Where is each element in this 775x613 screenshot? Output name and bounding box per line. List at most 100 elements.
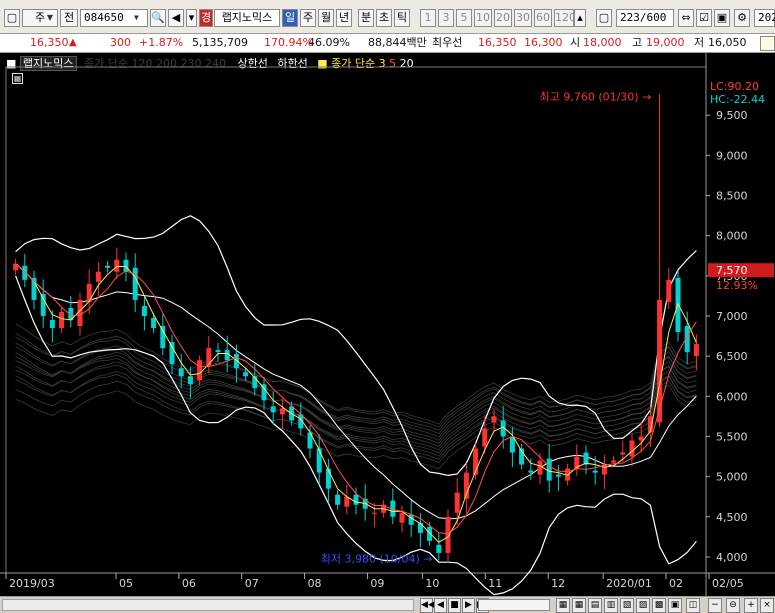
market-select[interactable]: 주 ▼ [22, 9, 58, 27]
candle-body [371, 512, 377, 514]
bollinger-lower [15, 275, 697, 596]
candle-body [160, 326, 166, 349]
period-button[interactable]: 초 [376, 9, 392, 27]
interval-button[interactable]: 60 [534, 9, 552, 27]
reset-icon[interactable]: ⊖ [726, 598, 740, 613]
chevron-down-icon: ▼ [134, 13, 139, 22]
bar-count-total: /600 [639, 11, 667, 24]
nav-button[interactable]: ■ [448, 598, 461, 613]
candle-body [151, 317, 157, 329]
save-icon[interactable]: ▣ [714, 9, 730, 27]
interval-button[interactable]: 5 [456, 9, 472, 27]
period-button[interactable]: 일 [282, 9, 298, 27]
candle-body [427, 526, 433, 541]
candle-body [445, 516, 451, 553]
interval-button[interactable]: 1 [420, 9, 436, 27]
period-button[interactable]: 분 [358, 9, 374, 27]
zoom-out-icon[interactable]: − [708, 598, 722, 613]
chart-icon[interactable]: ▣ [668, 598, 682, 613]
x-tick-label: 07 [245, 577, 259, 590]
x-tick-label: 08 [308, 577, 322, 590]
horizontal-scrollbar[interactable] [2, 599, 414, 611]
toggle-icon[interactable]: ▢ [596, 9, 612, 27]
candle-body [105, 265, 111, 268]
status-bar: ◀◀◀■▶▶▶ ▦ ▦ ▤ ▥ ▧ ▨ ▩ ▣ ◫ − ⊖ + × [0, 596, 775, 613]
chart-icon[interactable]: ▤ [588, 598, 602, 613]
period-button[interactable]: 틱 [394, 9, 410, 27]
candle-body [270, 406, 276, 413]
speaker-icon[interactable]: ◀ [168, 9, 184, 27]
zoom-in-icon[interactable]: + [744, 598, 758, 613]
price-chart[interactable]: ■ 랩지노믹스 종가 단순 120 200 230 240 상한선 하한선 ■ … [0, 53, 775, 598]
chart-canvas: 9,5009,0008,5008,0007,5007,0006,5006,000… [0, 53, 775, 598]
interval-button[interactable]: 10 [474, 9, 492, 27]
quote-bar: 16,350 ▲ 300 +1.87% 5,135,709 170.94% 46… [0, 34, 775, 53]
period-button[interactable]: 년 [336, 9, 352, 27]
x-tick-label: 02/05 [712, 577, 744, 590]
turnover-rate: 46.09% [308, 36, 350, 49]
window-icon[interactable]: ▢ [4, 9, 20, 27]
y-tick-label: 8,000 [716, 230, 748, 243]
candle-body [482, 428, 488, 447]
candle-body [95, 271, 101, 282]
candle-body [693, 344, 699, 357]
chevron-down-icon[interactable]: ▾ [186, 9, 197, 27]
chart-icon[interactable]: ▦ [572, 598, 586, 613]
candle-body [279, 408, 285, 415]
spin-up-icon[interactable]: ▴ [574, 9, 586, 27]
period-button[interactable]: 월 [318, 9, 334, 27]
chart-icon[interactable]: ▨ [636, 598, 650, 613]
interval-button[interactable]: 3 [438, 9, 454, 27]
side-panel-tab[interactable] [760, 36, 775, 51]
bar-count-value: 223 [620, 11, 640, 24]
y-tick-label: 6,500 [716, 350, 748, 363]
candle-body [353, 494, 359, 505]
interval-button[interactable]: 20 [494, 9, 512, 27]
candle-body [187, 376, 193, 385]
candle-body [555, 474, 561, 477]
nav-button[interactable]: ▶ [462, 598, 475, 613]
candle-body [454, 492, 460, 513]
y-tick-label: 4,000 [716, 551, 748, 564]
close-icon[interactable]: × [760, 598, 774, 613]
interval-button[interactable]: 30 [514, 9, 532, 27]
ask-price: 16,350 [478, 36, 517, 49]
price-change: 300 [110, 36, 131, 49]
candle-body [611, 460, 617, 463]
candle-body [215, 350, 221, 353]
last-price-label: 7,570 [716, 264, 748, 277]
bid-price: 16,300 [524, 36, 563, 49]
x-tick-label: 05 [119, 577, 133, 590]
stock-code-input[interactable]: 084650 ▼ [80, 9, 148, 27]
zoom-slider[interactable] [478, 599, 550, 611]
prev-button[interactable]: 전 [60, 9, 78, 27]
nav-button[interactable]: ◀◀ [420, 598, 435, 613]
candle-body [335, 494, 341, 505]
chart-icon[interactable]: ▦ [556, 598, 570, 613]
candle-body [22, 265, 28, 280]
gear-icon[interactable]: ⚙ [734, 9, 750, 27]
open-label: 시 [570, 36, 581, 49]
chart-icon[interactable]: ▧ [620, 598, 634, 613]
chart-icon[interactable]: ▥ [604, 598, 618, 613]
date-input[interactable]: 202 [754, 9, 775, 27]
chart-icon[interactable]: ◫ [686, 598, 700, 613]
long-ma-line [15, 323, 697, 428]
bar-count-input[interactable]: 223/600 [616, 9, 674, 27]
candle-body [132, 267, 138, 300]
check-icon[interactable]: ☑ [696, 9, 712, 27]
search-icon[interactable]: 🔍 [150, 9, 166, 27]
chart-icon[interactable]: ▩ [652, 598, 666, 613]
nav-button[interactable]: ◀ [434, 598, 447, 613]
long-ma-line [15, 365, 697, 451]
up-arrow-icon: ▲ [69, 37, 77, 48]
period-button[interactable]: 주 [300, 9, 316, 27]
candle-body [436, 544, 442, 553]
candle-body [114, 259, 120, 272]
candle-body [491, 416, 497, 423]
interval-button[interactable]: 120 [554, 9, 576, 27]
link-icon[interactable]: ⇔ [678, 9, 694, 27]
candle-body [399, 512, 405, 523]
x-tick-label: 10 [425, 577, 439, 590]
candle-body [537, 460, 543, 475]
